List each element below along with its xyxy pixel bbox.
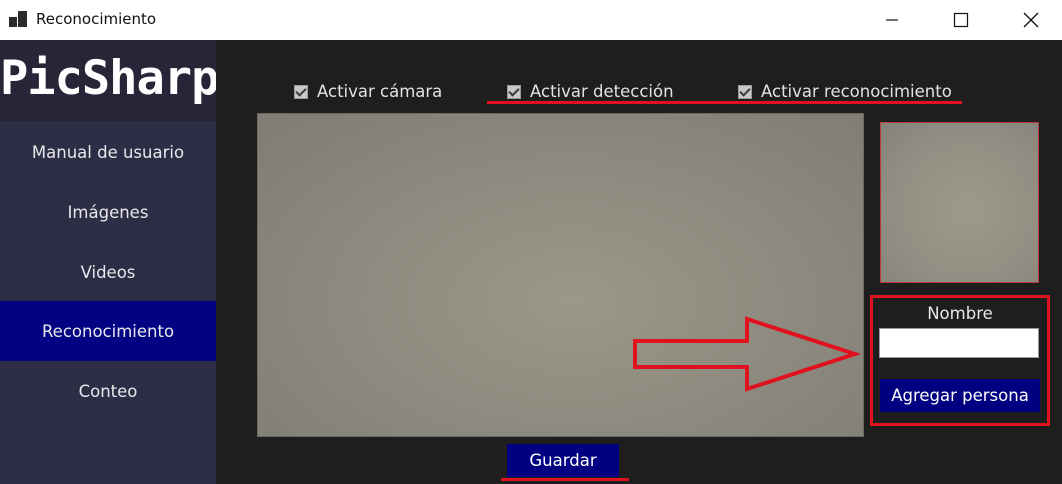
recognition-checkbox[interactable] (738, 84, 752, 99)
highlight-underline-options (487, 101, 962, 104)
minimize-icon (886, 19, 898, 21)
camera-checkbox-label: Activar cámara (317, 82, 443, 101)
logo-panel: PicSharp (0, 40, 219, 121)
highlight-arrow-icon (633, 316, 860, 392)
highlight-underline-save (501, 478, 629, 481)
app-icon (9, 11, 27, 27)
sidebar-item-videos[interactable]: Videos (0, 242, 216, 302)
app-logo: PicSharp (0, 51, 219, 106)
sidebar-item-conteo[interactable]: Conteo (0, 361, 216, 421)
main-panel: Activar cámara Activar detección Activar… (216, 40, 1062, 484)
sidebar-item-imagenes[interactable]: Imágenes (0, 182, 216, 242)
maximize-icon (953, 12, 969, 28)
sidebar-item-manual[interactable]: Manual de usuario (0, 122, 216, 182)
recognition-checkbox-option[interactable]: Activar reconocimiento (738, 82, 952, 101)
window-title: Reconocimiento (36, 10, 157, 28)
title-bar: Reconocimiento (0, 0, 1062, 40)
add-person-button[interactable]: Agregar persona (880, 379, 1040, 412)
name-label: Nombre (927, 304, 993, 323)
close-icon (1023, 12, 1039, 28)
maximize-button[interactable] (938, 0, 984, 40)
close-button[interactable] (1008, 0, 1054, 40)
detected-face-preview (880, 122, 1039, 283)
camera-checkbox[interactable] (294, 84, 308, 99)
sidebar: PicSharp Manual de usuario Imágenes Vide… (0, 40, 219, 484)
sidebar-item-reconocimiento[interactable]: Reconocimiento (0, 301, 216, 361)
recognition-checkbox-label: Activar reconocimiento (761, 82, 952, 101)
save-button[interactable]: Guardar (507, 444, 619, 477)
detection-checkbox-label: Activar detección (530, 82, 674, 101)
name-input[interactable] (879, 328, 1039, 358)
minimize-button[interactable] (869, 0, 915, 40)
camera-checkbox-option[interactable]: Activar cámara (294, 82, 442, 101)
detection-checkbox[interactable] (507, 84, 521, 99)
detection-checkbox-option[interactable]: Activar detección (507, 82, 674, 101)
